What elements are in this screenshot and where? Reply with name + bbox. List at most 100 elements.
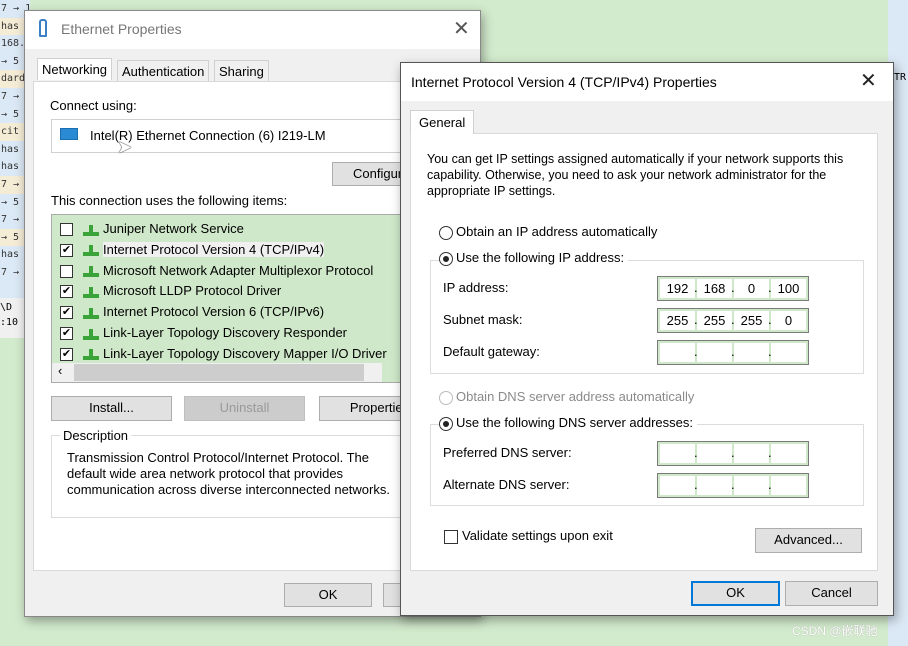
horizontal-scrollbar[interactable]: ‹: [52, 363, 382, 382]
protocol-icon: [79, 348, 101, 361]
ip-octet[interactable]: [697, 476, 732, 495]
list-item[interactable]: ✔ Link-Layer Topology Discovery Responder: [60, 322, 347, 343]
ip-octet[interactable]: [771, 476, 806, 495]
general-panel: You can get IP settings assigned automat…: [410, 133, 878, 571]
item-label: Internet Protocol Version 6 (TCP/IPv6): [103, 304, 325, 320]
radio-icon: [439, 225, 453, 240]
list-item[interactable]: Juniper Network Service: [60, 218, 244, 239]
ip-octet[interactable]: [697, 444, 732, 463]
close-icon[interactable]: ✕: [860, 68, 877, 93]
ip-octet[interactable]: [660, 343, 695, 362]
checkbox-icon[interactable]: [60, 223, 73, 237]
default-gateway-label: Default gateway:: [443, 344, 540, 359]
validate-checkbox[interactable]: Validate settings upon exit: [444, 528, 613, 544]
ip-octet[interactable]: 100: [771, 279, 806, 298]
checkbox-icon[interactable]: ✔: [60, 285, 73, 299]
use-ip-radio[interactable]: Use the following IP address:: [439, 250, 629, 266]
default-gateway-input[interactable]: [657, 340, 809, 365]
dialog-title: Ethernet Properties: [61, 21, 182, 37]
title-bar: Ethernet Properties ✕: [25, 11, 480, 49]
advanced-button[interactable]: Advanced...: [755, 528, 862, 553]
ok-button[interactable]: OK: [284, 583, 372, 607]
list-item[interactable]: ✔ Internet Protocol Version 6 (TCP/IPv6): [60, 301, 324, 322]
description-label: Description: [60, 428, 132, 443]
checkbox-icon[interactable]: ✔: [60, 306, 73, 320]
use-ip-label: Use the following IP address:: [456, 250, 625, 265]
item-label: Juniper Network Service: [103, 221, 244, 236]
close-icon[interactable]: ✕: [453, 16, 470, 41]
tab-networking[interactable]: Networking: [37, 58, 113, 80]
tab-authentication[interactable]: Authentication: [117, 60, 210, 82]
ip-octet[interactable]: [697, 343, 732, 362]
list-item[interactable]: ✔ Microsoft LLDP Protocol Driver: [60, 280, 281, 301]
network-service-icon: [79, 224, 101, 236]
preferred-dns-input[interactable]: [657, 441, 809, 466]
item-label: Link-Layer Topology Discovery Responder: [103, 325, 347, 340]
checkbox-icon: [444, 529, 458, 544]
list-item[interactable]: Microsoft Network Adapter Multiplexor Pr…: [60, 260, 373, 281]
obtain-dns-label: Obtain DNS server address automatically: [456, 389, 695, 404]
ip-octet[interactable]: [771, 343, 806, 362]
list-item[interactable]: ✔ Link-Layer Topology Discovery Mapper I/…: [60, 343, 387, 364]
intro-text: You can get IP settings assigned automat…: [427, 152, 844, 198]
ip-octet[interactable]: [734, 343, 769, 362]
install-button[interactable]: Install...: [51, 396, 172, 421]
scroll-left-icon[interactable]: ‹: [58, 363, 62, 378]
ip-octet[interactable]: [660, 476, 695, 495]
ok-button[interactable]: OK: [691, 581, 780, 606]
checkbox-icon[interactable]: [60, 264, 73, 278]
ip-address-label: IP address:: [443, 280, 509, 295]
checkbox-icon[interactable]: ✔: [60, 347, 73, 361]
ip-octet[interactable]: [734, 476, 769, 495]
checkbox-icon[interactable]: ✔: [60, 327, 73, 341]
items-label: This connection uses the following items…: [51, 193, 288, 208]
protocol-icon: [79, 307, 101, 319]
ip-octet[interactable]: [734, 444, 769, 463]
checkbox-icon[interactable]: ✔: [60, 243, 73, 257]
watermark: CSDN @嵌联驰: [792, 624, 878, 638]
subnet-mask-label: Subnet mask:: [443, 312, 523, 327]
ip-octet[interactable]: 255: [660, 311, 695, 330]
title-bar: Internet Protocol Version 4 (TCP/IPv4) P…: [401, 63, 893, 101]
validate-label: Validate settings upon exit: [462, 528, 613, 543]
cancel-button[interactable]: Cancel: [785, 581, 878, 606]
obtain-ip-label: Obtain an IP address automatically: [456, 224, 658, 239]
obtain-dns-radio: Obtain DNS server address automatically: [439, 389, 694, 405]
ip-address-input[interactable]: 192 168 0 100: [657, 276, 809, 301]
item-label: Internet Protocol Version 4 (TCP/IPv4): [103, 241, 325, 257]
ip-octet[interactable]: 192: [660, 279, 695, 298]
mouse-cursor-icon: ➤: [117, 137, 133, 157]
tab-general[interactable]: General: [410, 110, 475, 134]
alternate-dns-input[interactable]: [657, 473, 809, 498]
item-label: Link-Layer Topology Discovery Mapper I/O…: [103, 345, 387, 361]
protocol-icon: [79, 286, 101, 298]
uninstall-button: Uninstall: [184, 396, 305, 421]
radio-icon: [439, 251, 453, 266]
protocol-icon: [79, 265, 101, 278]
alternate-dns-label: Alternate DNS server:: [443, 477, 570, 492]
ip-octet[interactable]: 255: [734, 311, 769, 330]
connect-using-label: Connect using:: [50, 98, 137, 113]
obtain-ip-radio[interactable]: Obtain an IP address automatically: [439, 224, 657, 240]
use-dns-radio[interactable]: Use the following DNS server addresses:: [439, 415, 697, 431]
radio-icon: [439, 416, 453, 431]
scrollbar-thumb[interactable]: [74, 364, 364, 381]
subnet-mask-input[interactable]: 255 255 255 0: [657, 308, 809, 333]
ip-octet[interactable]: 255: [697, 311, 732, 330]
tab-sharing[interactable]: Sharing: [214, 60, 269, 82]
ip-octet[interactable]: 168: [697, 279, 732, 298]
protocol-icon: [79, 328, 101, 340]
description-text: Transmission Control Protocol/Internet P…: [67, 450, 390, 497]
ip-octet[interactable]: [660, 444, 695, 463]
protocol-icon: [79, 244, 101, 257]
list-item[interactable]: ✔ Internet Protocol Version 4 (TCP/IPv4): [60, 239, 325, 260]
radio-icon: [439, 390, 453, 405]
ip-octet[interactable]: 0: [771, 311, 806, 330]
use-dns-label: Use the following DNS server addresses:: [456, 415, 693, 430]
ip-octet[interactable]: [771, 444, 806, 463]
ethernet-icon: [39, 19, 47, 37]
preferred-dns-label: Preferred DNS server:: [443, 445, 572, 460]
network-adapter-icon: [60, 128, 78, 140]
ip-octet[interactable]: 0: [734, 279, 769, 298]
item-label: Microsoft Network Adapter Multiplexor Pr…: [103, 262, 374, 278]
